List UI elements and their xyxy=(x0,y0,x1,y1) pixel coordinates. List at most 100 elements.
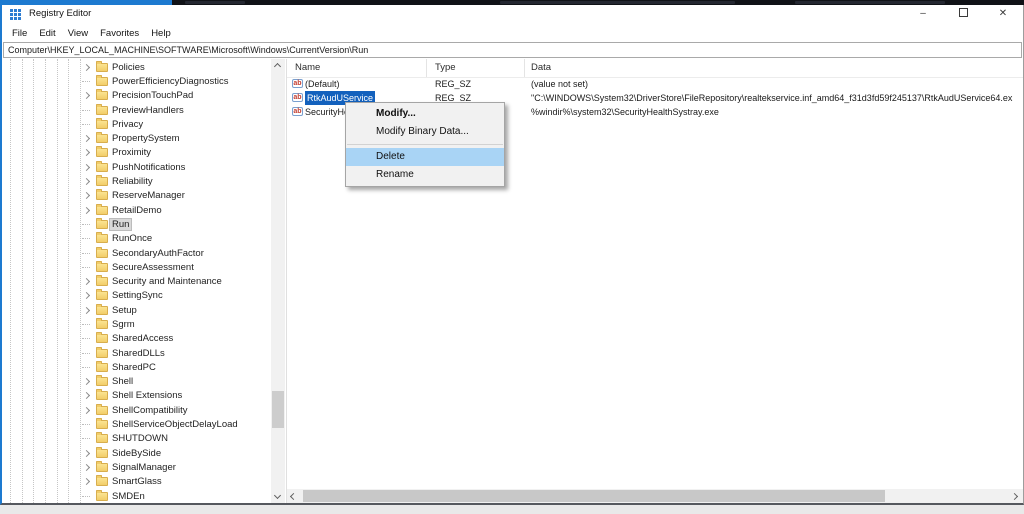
menu-item-favorites[interactable]: Favorites xyxy=(100,28,139,39)
folder-icon xyxy=(96,332,108,344)
tree-item-label: Security and Maintenance xyxy=(112,276,222,288)
chevron-right-icon[interactable] xyxy=(82,177,96,186)
tree-item-reservemanager[interactable]: ReserveManager xyxy=(2,189,270,203)
tree-connector xyxy=(82,424,96,426)
tree-item-shell-extensions[interactable]: Shell Extensions xyxy=(2,389,270,403)
chevron-right-icon[interactable] xyxy=(82,306,96,314)
chevron-right-icon[interactable] xyxy=(82,192,96,200)
tree-item-retaildemo[interactable]: RetailDemo xyxy=(2,203,270,217)
tree-item-label: SharedAccess xyxy=(112,333,174,345)
tree-item-sidebyside[interactable]: SideBySide xyxy=(2,446,270,460)
tree-item-signalmanager[interactable]: SignalManager xyxy=(2,460,270,474)
desktop-remnant xyxy=(0,505,1024,514)
context-menu-item-delete[interactable]: Delete xyxy=(346,148,504,166)
tree-item-label: SmartGlass xyxy=(112,476,162,488)
horizontal-scrollbar-thumb[interactable] xyxy=(303,490,885,502)
minimize-button[interactable]: – xyxy=(903,5,943,24)
tree-item-precisiontouchpad[interactable]: PrecisionTouchPad xyxy=(2,89,270,103)
tree-item-label: RetailDemo xyxy=(112,204,162,216)
tree-item-secondaryauthfactor[interactable]: SecondaryAuthFactor xyxy=(2,246,270,260)
scroll-right-arrow-icon[interactable] xyxy=(1009,489,1023,503)
tree-item-sharedpc[interactable]: SharedPC xyxy=(2,360,270,374)
tree-item-sharedaccess[interactable]: SharedAccess xyxy=(2,332,270,346)
folder-icon xyxy=(96,160,108,172)
menu-item-edit[interactable]: Edit xyxy=(39,28,55,39)
close-button[interactable]: ✕ xyxy=(983,5,1023,24)
tree-item-previewhandlers[interactable]: PreviewHandlers xyxy=(2,103,270,117)
chevron-right-icon[interactable] xyxy=(82,149,96,157)
chevron-right-icon[interactable] xyxy=(82,378,96,386)
tree-vertical-scrollbar[interactable] xyxy=(271,59,285,503)
column-header-name[interactable]: Name xyxy=(287,59,427,77)
chevron-right-icon[interactable] xyxy=(82,478,96,486)
context-menu-item-rename[interactable]: Rename xyxy=(346,166,504,184)
address-bar-input[interactable]: Computer\HKEY_LOCAL_MACHINE\SOFTWARE\Mic… xyxy=(3,42,1022,58)
tree-item-sgrm[interactable]: Sgrm xyxy=(2,317,270,331)
tree-item-label: Shell Extensions xyxy=(112,390,183,402)
chevron-right-icon[interactable] xyxy=(82,92,96,100)
tree-item-policies[interactable]: Policies xyxy=(2,60,270,74)
tree-item-label: Setup xyxy=(112,304,137,316)
menu-item-help[interactable]: Help xyxy=(151,28,171,39)
chevron-right-icon[interactable] xyxy=(82,406,96,414)
tree-item-label: SMDEn xyxy=(112,490,145,502)
menu-item-file[interactable]: File xyxy=(12,28,27,39)
folder-icon xyxy=(96,460,108,472)
tree-connector xyxy=(82,123,96,125)
tree-item-reliability[interactable]: Reliability xyxy=(2,174,270,188)
scroll-left-arrow-icon[interactable] xyxy=(287,489,301,503)
tree-item-label: SharedPC xyxy=(112,361,156,373)
tree-item-shutdown[interactable]: SHUTDOWN xyxy=(2,432,270,446)
tree-item-shell[interactable]: Shell xyxy=(2,375,270,389)
context-menu-item-modify[interactable]: Modify... xyxy=(346,105,504,123)
tree-item-smartglass[interactable]: SmartGlass xyxy=(2,475,270,489)
tree-item-label: Sgrm xyxy=(112,318,135,330)
tree-item-privacy[interactable]: Privacy xyxy=(2,117,270,131)
tree-item-label: Proximity xyxy=(112,147,152,159)
chevron-right-icon[interactable] xyxy=(82,392,96,400)
chevron-right-icon[interactable] xyxy=(82,278,96,286)
folder-icon xyxy=(96,375,108,387)
chevron-right-icon[interactable] xyxy=(82,135,96,143)
tree-item-runonce[interactable]: RunOnce xyxy=(2,232,270,246)
column-header-data[interactable]: Data xyxy=(525,59,1023,77)
background-remnant xyxy=(185,1,245,4)
tree-item-smden[interactable]: SMDEn xyxy=(2,489,270,503)
chevron-right-icon[interactable] xyxy=(82,63,96,71)
tree-item-powerefficiencydiagnostics[interactable]: PowerEfficiencyDiagnostics xyxy=(2,74,270,88)
chevron-right-icon[interactable] xyxy=(82,292,96,300)
maximize-button[interactable] xyxy=(943,5,983,24)
tree-item-security-and-maintenance[interactable]: Security and Maintenance xyxy=(2,274,270,288)
chevron-right-icon[interactable] xyxy=(82,163,96,171)
context-menu-item-modify-binary-data[interactable]: Modify Binary Data... xyxy=(346,123,504,141)
tree-item-proximity[interactable]: Proximity xyxy=(2,146,270,160)
value-name[interactable]: (Default) xyxy=(305,77,340,91)
tree-item-label: Policies xyxy=(112,61,145,73)
scroll-up-arrow-icon[interactable] xyxy=(271,59,285,73)
folder-icon xyxy=(96,189,108,201)
tree-item-label: SecondaryAuthFactor xyxy=(112,247,204,259)
tree-item-shareddlls[interactable]: SharedDLLs xyxy=(2,346,270,360)
tree-item-settingsync[interactable]: SettingSync xyxy=(2,289,270,303)
tree-item-secureassessment[interactable]: SecureAssessment xyxy=(2,260,270,274)
tree-item-run[interactable]: Run xyxy=(2,217,270,231)
tree-item-pushnotifications[interactable]: PushNotifications xyxy=(2,160,270,174)
folder-icon xyxy=(96,475,108,487)
scroll-down-arrow-icon[interactable] xyxy=(271,489,285,503)
folder-icon xyxy=(96,360,108,372)
tree-item-shellcompatibility[interactable]: ShellCompatibility xyxy=(2,403,270,417)
chevron-right-icon[interactable] xyxy=(82,206,96,214)
column-header-type[interactable]: Type xyxy=(427,59,525,77)
chevron-right-icon[interactable] xyxy=(82,449,96,457)
folder-icon xyxy=(96,289,108,301)
horizontal-scrollbar[interactable] xyxy=(287,489,1023,503)
tree-item-setup[interactable]: Setup xyxy=(2,303,270,317)
menu-item-view[interactable]: View xyxy=(68,28,88,39)
registry-value-row[interactable]: ab (Default) REG_SZ (value not set) xyxy=(287,77,1023,91)
tree-item-propertysystem[interactable]: PropertySystem xyxy=(2,131,270,145)
tree-item-shellserviceobjectdelayload[interactable]: ShellServiceObjectDelayLoad xyxy=(2,417,270,431)
vertical-scrollbar-thumb[interactable] xyxy=(272,391,284,428)
tree-connector xyxy=(82,323,96,325)
tree-item-label: Reliability xyxy=(112,176,153,188)
chevron-right-icon[interactable] xyxy=(82,463,96,471)
